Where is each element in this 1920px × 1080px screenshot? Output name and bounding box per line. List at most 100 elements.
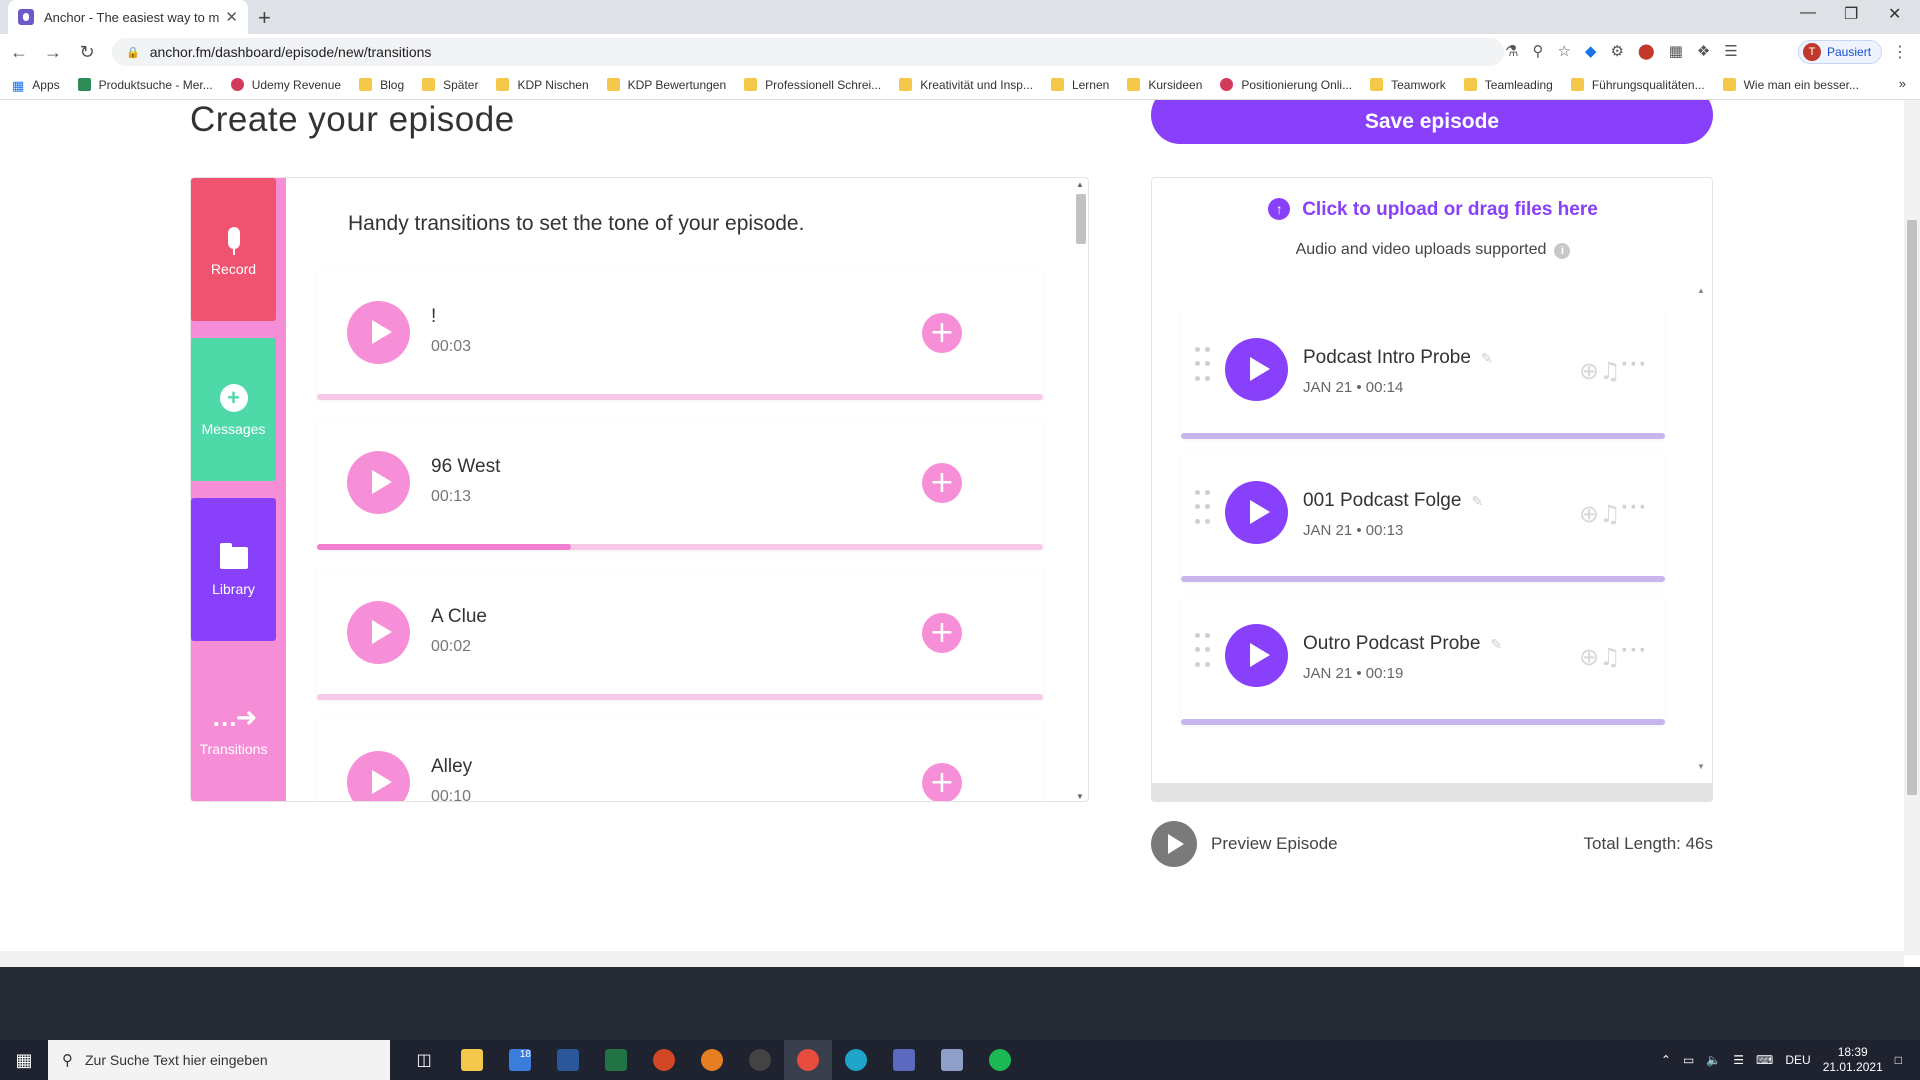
minimize-icon[interactable]: —	[1800, 4, 1816, 22]
nav-library[interactable]: Library	[191, 498, 276, 641]
bookmark-item[interactable]: KDP Bewertungen	[606, 78, 726, 92]
more-bookmarks-icon[interactable]: »	[1899, 76, 1906, 91]
more-options-icon[interactable]: ···	[1621, 494, 1648, 522]
translate-icon[interactable]: ⚗	[1505, 42, 1518, 60]
bookmark-item[interactable]: Produktsuche - Mer...	[77, 78, 213, 92]
upload-link[interactable]: ↑ Click to upload or drag files here	[1152, 198, 1712, 221]
play-button[interactable]	[347, 301, 410, 364]
bookmark-item[interactable]: Wie man ein besser...	[1722, 78, 1859, 92]
edge-icon[interactable]	[832, 1040, 880, 1080]
pencil-icon[interactable]: ✎	[1481, 350, 1493, 366]
bookmark-item[interactable]: Positionierung Onli...	[1220, 78, 1352, 92]
nav-record[interactable]: Record	[191, 178, 276, 321]
adblock-icon[interactable]: ⬤	[1638, 42, 1655, 60]
tray-chevron-icon[interactable]: ⌃	[1661, 1053, 1671, 1067]
add-transition-button[interactable]: +	[922, 613, 962, 653]
more-options-icon[interactable]: ···	[1621, 637, 1648, 665]
page-scrollbar[interactable]	[1904, 100, 1920, 955]
powerpoint-icon[interactable]	[640, 1040, 688, 1080]
browser-tab[interactable]: Anchor - The easiest way to mak ✕	[8, 0, 248, 34]
page-horizontal-scrollbar[interactable]	[0, 951, 1904, 967]
close-window-icon[interactable]: ✕	[1888, 4, 1901, 24]
volume-icon[interactable]: 🔈	[1706, 1053, 1721, 1067]
new-tab-button[interactable]: +	[258, 5, 271, 31]
taskbar-clock[interactable]: 18:39 21.01.2021	[1823, 1045, 1883, 1075]
wifi-icon[interactable]: ☰	[1733, 1053, 1744, 1067]
app-icon[interactable]	[928, 1040, 976, 1080]
bookmark-item[interactable]: Lernen	[1050, 78, 1109, 92]
bookmark-item[interactable]: Udemy Revenue	[230, 78, 341, 92]
bookmark-item[interactable]: Professionell Schrei...	[744, 78, 881, 92]
keyboard-icon[interactable]: ⌨	[1756, 1053, 1773, 1067]
bookmark-item[interactable]: KDP Nischen	[496, 78, 589, 92]
notification-icon[interactable]: □	[1895, 1053, 1902, 1067]
save-episode-button[interactable]: Save episode	[1151, 100, 1713, 144]
excel-icon[interactable]	[592, 1040, 640, 1080]
address-bar[interactable]: 🔒 anchor.fm/dashboard/episode/new/transi…	[112, 38, 1504, 66]
drag-handle-icon[interactable]	[1195, 633, 1211, 673]
info-icon[interactable]: i	[1554, 243, 1571, 259]
app-icon[interactable]	[880, 1040, 928, 1080]
taskbar-search-input[interactable]: ⚲ Zur Suche Text hier eingeben	[48, 1040, 390, 1080]
drag-handle-icon[interactable]	[1195, 490, 1211, 530]
puzzle-icon[interactable]: ❖	[1697, 42, 1710, 60]
play-button[interactable]	[1225, 624, 1288, 687]
restore-icon[interactable]: ❐	[1844, 4, 1858, 24]
preview-label[interactable]: Preview Episode	[1211, 834, 1338, 854]
mail-icon[interactable]: 18	[496, 1040, 544, 1080]
play-button[interactable]	[1225, 481, 1288, 544]
chrome-icon[interactable]	[784, 1040, 832, 1080]
scroll-thumb[interactable]	[1076, 194, 1086, 244]
scroll-thumb[interactable]	[1907, 220, 1917, 795]
bookmark-item[interactable]: Teamwork	[1370, 78, 1446, 92]
bookmark-star-icon[interactable]: ☆	[1557, 42, 1570, 60]
add-music-icon[interactable]: ⊕♫	[1579, 643, 1621, 671]
zoom-icon[interactable]: ⚲	[1532, 42, 1543, 60]
profile-button[interactable]: T Pausiert	[1798, 40, 1883, 64]
bookmark-item[interactable]: Kursideen	[1127, 78, 1202, 92]
reload-icon[interactable]: ↻	[72, 42, 102, 63]
forward-icon[interactable]: →	[38, 42, 68, 63]
preview-episode-button[interactable]	[1151, 821, 1197, 867]
scroll-up-icon[interactable]: ▲	[1697, 286, 1705, 295]
bookmark-item[interactable]: Kreativität und Insp...	[899, 78, 1033, 92]
scroll-down-icon[interactable]: ▼	[1076, 792, 1084, 801]
bookmark-item[interactable]: Führungsqualitäten...	[1570, 78, 1705, 92]
add-transition-button[interactable]: +	[922, 463, 962, 503]
reading-list-icon[interactable]: ☰	[1724, 42, 1737, 60]
bookmark-item[interactable]: Blog	[359, 78, 404, 92]
grid-extension-icon[interactable]: ▦	[1669, 42, 1683, 60]
play-button[interactable]	[347, 751, 410, 801]
add-music-icon[interactable]: ⊕♫	[1579, 500, 1621, 528]
bookmark-item[interactable]: Teamleading	[1463, 78, 1553, 92]
app-icon[interactable]	[688, 1040, 736, 1080]
add-transition-button[interactable]: +	[922, 313, 962, 353]
add-music-icon[interactable]: ⊕♫	[1579, 357, 1621, 385]
bookmark-apps[interactable]: ▦ Apps	[12, 78, 60, 94]
play-button[interactable]	[1225, 338, 1288, 401]
play-button[interactable]	[347, 601, 410, 664]
play-button[interactable]	[347, 451, 410, 514]
extension-icon[interactable]: ⚙	[1610, 42, 1623, 60]
file-explorer-icon[interactable]	[448, 1040, 496, 1080]
nav-transitions[interactable]: …➜ Transitions	[191, 658, 276, 801]
iq-extension-icon[interactable]: ◆	[1585, 42, 1597, 60]
back-icon[interactable]: ←	[4, 42, 34, 63]
more-options-icon[interactable]: ···	[1621, 351, 1648, 379]
obs-icon[interactable]	[736, 1040, 784, 1080]
pencil-icon[interactable]: ✎	[1471, 493, 1483, 509]
task-view-icon[interactable]: ◫	[400, 1040, 448, 1080]
scroll-up-icon[interactable]: ▲	[1076, 180, 1084, 189]
transitions-scrollbar[interactable]: ▲ ▼	[1072, 178, 1088, 801]
language-indicator[interactable]: DEU	[1785, 1053, 1810, 1067]
windows-start-icon[interactable]: ▦	[0, 1050, 48, 1071]
battery-icon[interactable]: ▭	[1683, 1053, 1694, 1067]
spotify-icon[interactable]	[976, 1040, 1024, 1080]
segments-scrollbar[interactable]: ▲ ▼	[1697, 286, 1707, 771]
tab-close-icon[interactable]: ✕	[225, 8, 238, 26]
drag-handle-icon[interactable]	[1195, 347, 1211, 387]
nav-messages[interactable]: + Messages	[191, 338, 276, 481]
word-icon[interactable]	[544, 1040, 592, 1080]
bookmark-item[interactable]: Später	[422, 78, 478, 92]
scroll-down-icon[interactable]: ▼	[1697, 762, 1705, 771]
